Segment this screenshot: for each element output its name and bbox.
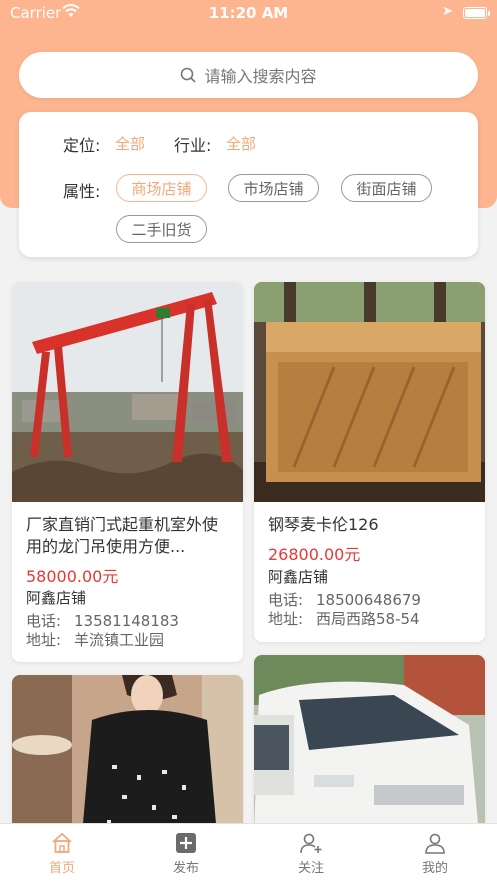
battery-icon (463, 7, 487, 19)
listing-image-piano (254, 282, 485, 502)
status-bar: Carrier 11:20 AM ➤ (0, 0, 497, 26)
search-input[interactable]: 请输入搜索内容 (19, 52, 478, 98)
location-label: 定位: (63, 136, 101, 155)
listing-phone: 电话: 18500648679 (268, 589, 421, 610)
industry-value[interactable]: 全部 (226, 133, 256, 154)
tab-home[interactable]: 首页 (0, 824, 124, 883)
listing-card[interactable] (254, 655, 485, 835)
filter-panel: 定位: 全部 行业: 全部 属性: 商场店铺 市场店铺 街面店铺 二手旧货 (19, 112, 478, 257)
search-icon (181, 67, 197, 83)
listing-address: 地址: 西局西路58-54 (268, 608, 420, 629)
tab-publish[interactable]: 发布 (124, 824, 248, 883)
phone-label: 电话: (268, 591, 304, 609)
battery-tip (488, 11, 490, 16)
listing-price: 58000.00元 (26, 567, 119, 586)
tab-label: 发布 (172, 861, 199, 876)
user-icon (425, 833, 445, 854)
address-value: 羊流镇工业园 (74, 631, 165, 649)
listing-image-crane (12, 282, 243, 502)
chip-second-hand[interactable]: 二手旧货 (116, 215, 207, 243)
industry-label: 行业: (174, 136, 212, 155)
add-user-icon (300, 833, 322, 854)
listing-card[interactable]: 钢琴麦卡伦126 26800.00元 阿鑫店铺 电话: 18500648679 地… (254, 282, 485, 642)
listing-shop: 阿鑫店铺 (268, 568, 329, 586)
phone-value: 18500648679 (316, 591, 421, 609)
address-label: 地址: (26, 631, 62, 649)
listing-card[interactable] (12, 675, 243, 835)
location-value[interactable]: 全部 (115, 133, 145, 154)
listing-title: 厂家直销门式起重机室外使用的龙门吊使用方便... (26, 515, 219, 556)
listing-image-dress (12, 675, 243, 835)
tab-label: 关注 (297, 861, 324, 876)
listing-phone: 电话: 13581148183 (26, 610, 179, 631)
tab-follow[interactable]: 关注 (249, 824, 373, 883)
chip-market-shop[interactable]: 市场店铺 (228, 174, 319, 202)
home-icon (52, 832, 72, 853)
listing-card[interactable]: 厂家直销门式起重机室外使用的龙门吊使用方便... 58000.00元 阿鑫店铺 … (12, 282, 243, 662)
tab-bar: 首页 发布 关注 我的 (0, 823, 497, 883)
phone-label: 电话: (26, 612, 62, 630)
listing-address: 地址: 羊流镇工业园 (26, 629, 164, 650)
phone-value: 13581148183 (74, 612, 179, 630)
clock: 11:20 AM (208, 4, 289, 22)
listing-title: 钢琴麦卡伦126 (268, 515, 379, 534)
location-arrow-icon: ➤ (442, 4, 453, 19)
chip-mall-shop[interactable]: 商场店铺 (116, 174, 207, 202)
address-label: 地址: (268, 610, 304, 628)
tab-mine[interactable]: 我的 (373, 824, 497, 883)
listing-shop: 阿鑫店铺 (26, 589, 87, 607)
tab-label: 首页 (48, 861, 75, 876)
address-value: 西局西路58-54 (316, 610, 420, 628)
listing-image-van (254, 655, 485, 835)
chip-street-shop[interactable]: 街面店铺 (341, 174, 432, 202)
tab-label: 我的 (421, 861, 448, 876)
attribute-label: 属性: (63, 182, 101, 201)
search-placeholder: 请输入搜索内容 (204, 67, 317, 86)
listing-price: 26800.00元 (268, 545, 361, 564)
plus-square-icon (176, 833, 196, 853)
